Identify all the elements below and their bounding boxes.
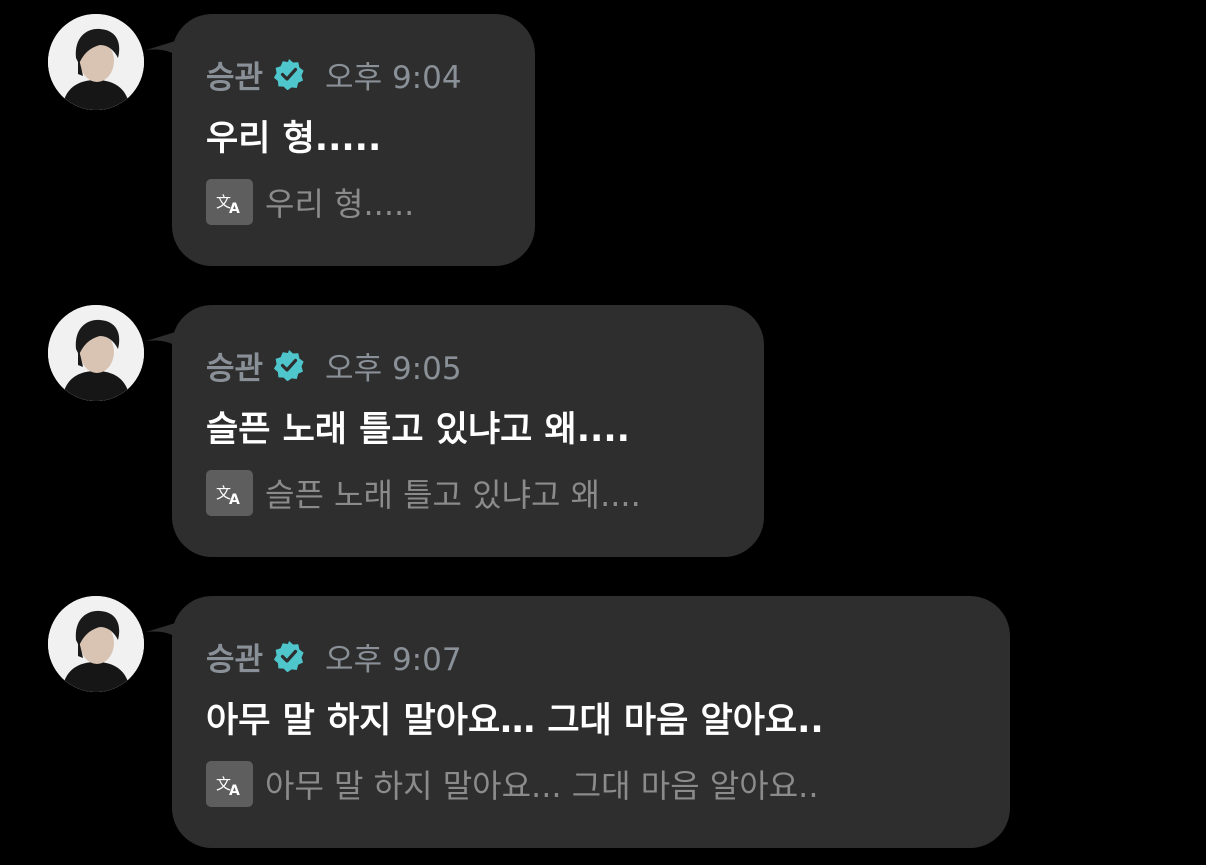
message-text: 슬픈 노래 틀고 있냐고 왜.... — [206, 410, 630, 450]
verified-badge-icon — [273, 349, 305, 381]
translation-text: 슬픈 노래 틀고 있냐고 왜.... — [265, 476, 641, 514]
translation-line: 文 A 아무 말 하지 말아요... 그대 마음 알아요.. — [206, 760, 976, 808]
verified-badge-icon — [273, 58, 305, 90]
svg-text:A: A — [229, 201, 240, 217]
sender-name[interactable]: 승관 — [206, 52, 263, 97]
translate-icon[interactable]: 文 A — [206, 470, 253, 516]
translate-icon[interactable]: 文 A — [206, 761, 253, 807]
message-header: 승관 오후 9:05 — [206, 343, 730, 387]
sender-name[interactable]: 승관 — [206, 634, 263, 679]
verified-badge-icon — [273, 640, 305, 672]
svg-text:A: A — [229, 492, 240, 508]
svg-text:A: A — [229, 783, 240, 799]
message-text: 우리 형..... — [206, 119, 382, 159]
translation-text: 아무 말 하지 말아요... 그대 마음 알아요.. — [265, 767, 819, 805]
message-timestamp: 오후 9:07 — [325, 641, 462, 678]
message-text: 아무 말 하지 말아요… 그대 마음 알아요.. — [206, 701, 824, 741]
message-bubble[interactable]: 승관 오후 9:05 슬픈 노래 틀고 있냐고 왜.... 文 A 슬픈 노래 … — [172, 305, 764, 557]
avatar[interactable] — [48, 596, 144, 692]
message-bubble[interactable]: 승관 오후 9:04 우리 형..... 文 A 우리 형..... — [172, 14, 535, 266]
translation-line: 文 A 우리 형..... — [206, 178, 501, 226]
message-header: 승관 오후 9:07 — [206, 634, 976, 678]
translation-line: 文 A 슬픈 노래 틀고 있냐고 왜.... — [206, 469, 730, 517]
avatar[interactable] — [48, 14, 144, 110]
translate-icon[interactable]: 文 A — [206, 179, 253, 225]
message-bubble[interactable]: 승관 오후 9:07 아무 말 하지 말아요… 그대 마음 알아요.. 文 A … — [172, 596, 1010, 848]
message-timestamp: 오후 9:05 — [325, 350, 462, 387]
avatar[interactable] — [48, 305, 144, 401]
translation-text: 우리 형..... — [265, 185, 415, 223]
message-header: 승관 오후 9:04 — [206, 52, 501, 96]
sender-name[interactable]: 승관 — [206, 343, 263, 388]
message-timestamp: 오후 9:04 — [325, 59, 462, 96]
